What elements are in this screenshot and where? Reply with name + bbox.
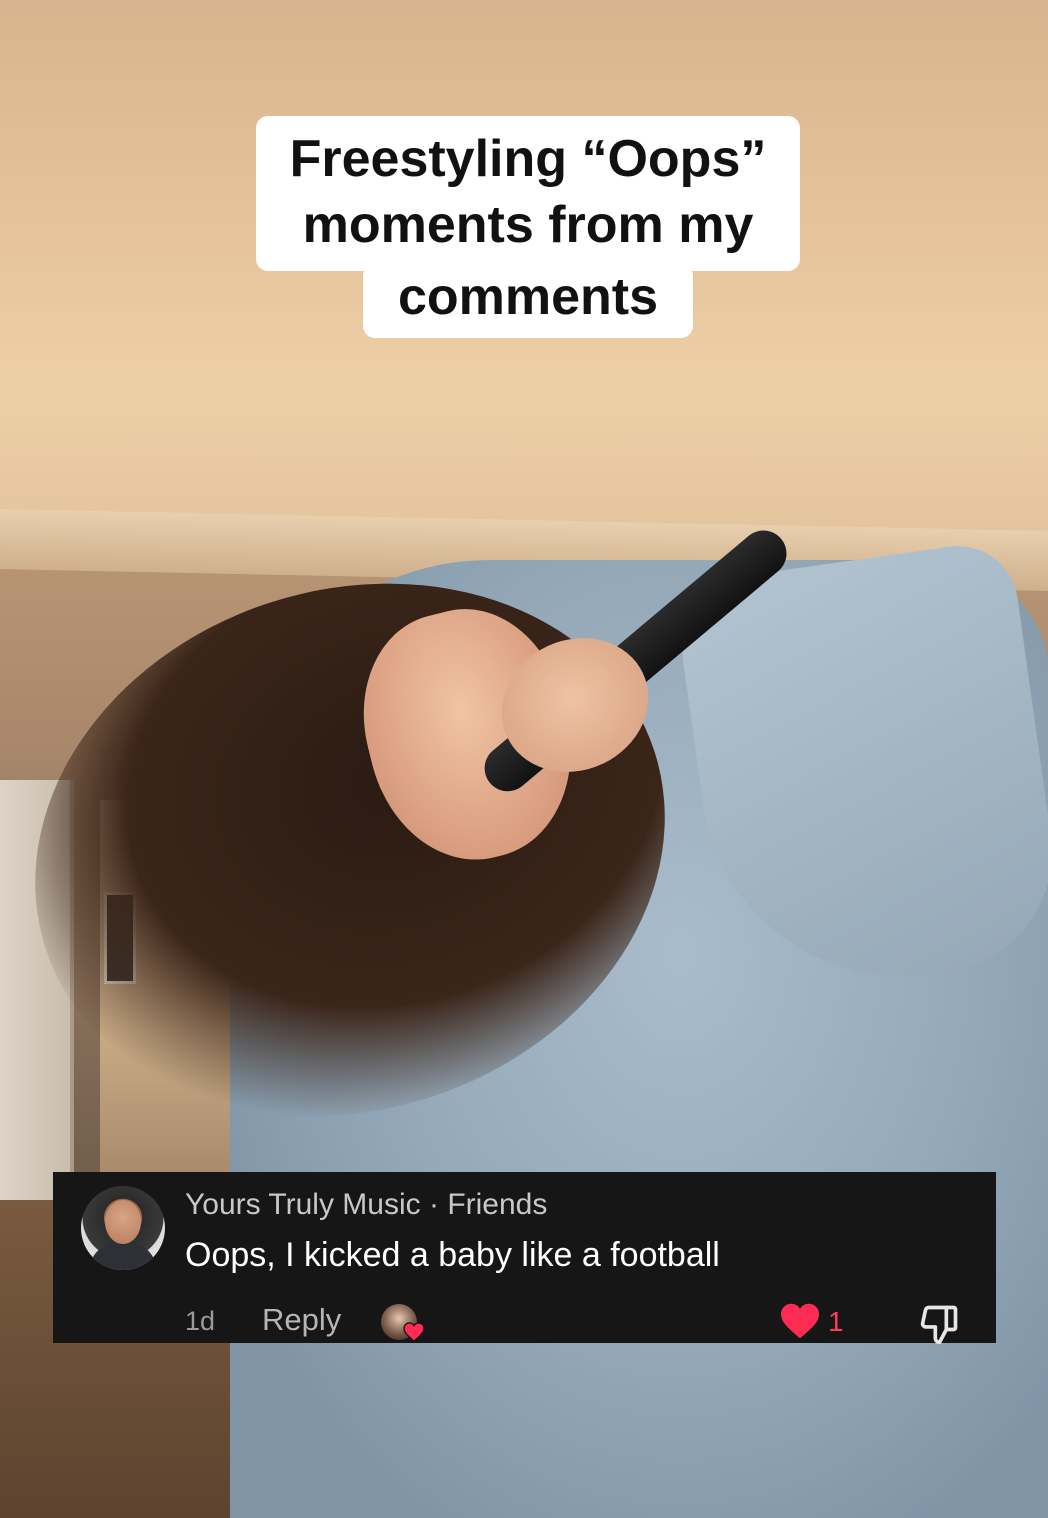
heart-icon[interactable]: [779, 1302, 821, 1340]
caption-box-bottom: comments: [363, 264, 693, 338]
caption-box-top: Freestyling “Oops” moments from my: [256, 116, 800, 271]
relationship-badge: Friends: [447, 1188, 548, 1221]
creator-liked-badge: [381, 1304, 427, 1344]
name-separator: ·: [420, 1188, 448, 1221]
avatar-body: [89, 1242, 157, 1270]
avatar-face: [105, 1200, 141, 1244]
thumbs-down-icon[interactable]: [917, 1302, 961, 1346]
commenter-username[interactable]: Yours Truly Music: [185, 1188, 421, 1221]
comment-reply-sticker[interactable]: Yours Truly Music · Friends Oops, I kick…: [53, 1172, 996, 1346]
comment-timestamp: 1d: [185, 1306, 216, 1336]
creator-liked-heart-icon: [403, 1322, 425, 1342]
caption-line-1: Freestyling “Oops”: [289, 130, 767, 188]
comment-text: Oops, I kicked a baby like a football: [185, 1236, 720, 1274]
caption-line-3: comments: [397, 268, 659, 326]
commenter-avatar[interactable]: [81, 1186, 165, 1270]
commenter-line: Yours Truly Music · Friends: [185, 1188, 547, 1222]
like-count: 1: [828, 1306, 844, 1337]
reply-button[interactable]: Reply: [262, 1302, 341, 1338]
caption-line-2: moments from my: [302, 196, 754, 254]
